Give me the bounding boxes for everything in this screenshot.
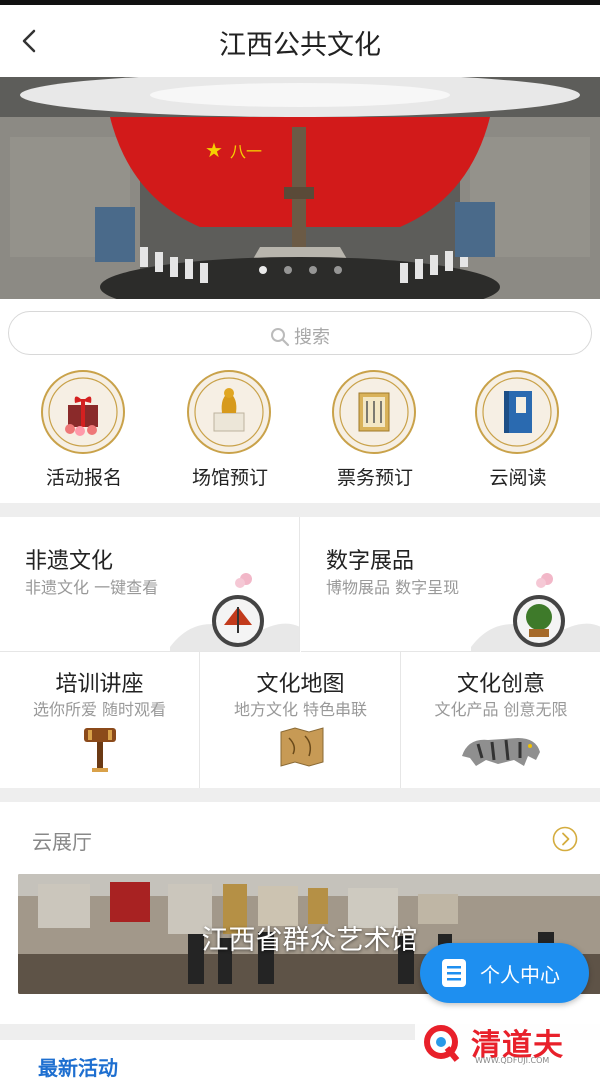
- map-icon: [280, 727, 324, 767]
- feature-title: 培训讲座: [55, 672, 144, 697]
- chevron-right-icon[interactable]: [552, 826, 578, 852]
- search-bar[interactable]: 搜索: [8, 311, 592, 355]
- gavel-icon: [84, 728, 116, 772]
- hero-banner[interactable]: ★ 八一: [0, 77, 600, 299]
- feature-title: 非遗文化: [25, 549, 114, 574]
- gift-icon: [41, 370, 125, 454]
- feature-subtitle: 非遗文化 一键查看: [25, 578, 159, 597]
- feature-subtitle: 博物展品 数字呈现: [326, 578, 460, 597]
- banner-image: ★ 八一: [0, 77, 600, 299]
- document-list-icon: [442, 959, 466, 987]
- quick-link-activity-signup[interactable]: 活动报名: [9, 365, 159, 500]
- quick-link-label: 票务预订: [336, 467, 413, 489]
- feature-title: 数字展品: [326, 549, 415, 574]
- search-placeholder-text: 搜索: [294, 327, 330, 348]
- watermark-logo-icon: [424, 1025, 460, 1062]
- search-placeholder: 搜索: [9, 323, 591, 349]
- svg-text:八一: 八一: [230, 142, 262, 161]
- feature-card-cultural-creative[interactable]: 文化创意 文化产品 创意无限: [402, 652, 600, 788]
- fan-icon: [170, 573, 299, 651]
- watermark: 清道夫 WWW.QDFUJI.COM: [415, 1020, 600, 1067]
- section-divider: [0, 788, 600, 802]
- feature-title: 文化创意: [456, 672, 545, 697]
- feature-subtitle: 地方文化 特色串联: [233, 700, 368, 719]
- tiger-icon: [462, 738, 540, 766]
- quick-link-ticket-booking[interactable]: 票务预订: [300, 365, 450, 500]
- feature-title: 文化地图: [256, 672, 345, 697]
- feature-subtitle: 选你所爱 随时观看: [32, 700, 167, 719]
- museum-icon: [187, 370, 271, 454]
- quick-link-label: 活动报名: [45, 467, 122, 489]
- bonsai-icon: [471, 573, 600, 651]
- quick-link-label: 场馆预订: [191, 467, 268, 489]
- feature-subtitle: 文化产品 创意无限: [434, 700, 568, 719]
- quick-link-cloud-reading[interactable]: 云阅读: [443, 365, 593, 500]
- section-title: 云展厅: [32, 830, 92, 854]
- page-title: 江西公共文化: [219, 30, 381, 61]
- svg-text:★: ★: [205, 138, 223, 162]
- quick-links: 活动报名 场馆预订 票务预订 云阅读: [0, 365, 600, 500]
- section-divider: [0, 503, 600, 517]
- watermark-site: WWW.QDFUJI.COM: [475, 1056, 550, 1065]
- feature-card-training-lectures[interactable]: 培训讲座 选你所爱 随时观看: [0, 652, 200, 788]
- quick-link-label: 云阅读: [489, 467, 547, 489]
- feature-card-culture-map[interactable]: 文化地图 地方文化 特色串联: [201, 652, 401, 788]
- book-icon: [475, 370, 559, 454]
- feature-card-digital-exhibits[interactable]: 数字展品 博物展品 数字呈现: [301, 517, 600, 652]
- ticket-icon: [332, 370, 416, 454]
- personal-center-button[interactable]: 个人中心: [420, 943, 589, 1003]
- personal-center-label: 个人中心: [480, 963, 560, 987]
- search-icon: [271, 328, 290, 347]
- feature-card-intangible-heritage[interactable]: 非遗文化 非遗文化 一键查看: [0, 517, 300, 652]
- app-header: 江西公共文化: [0, 5, 600, 77]
- quick-link-venue-booking[interactable]: 场馆预订: [155, 365, 305, 500]
